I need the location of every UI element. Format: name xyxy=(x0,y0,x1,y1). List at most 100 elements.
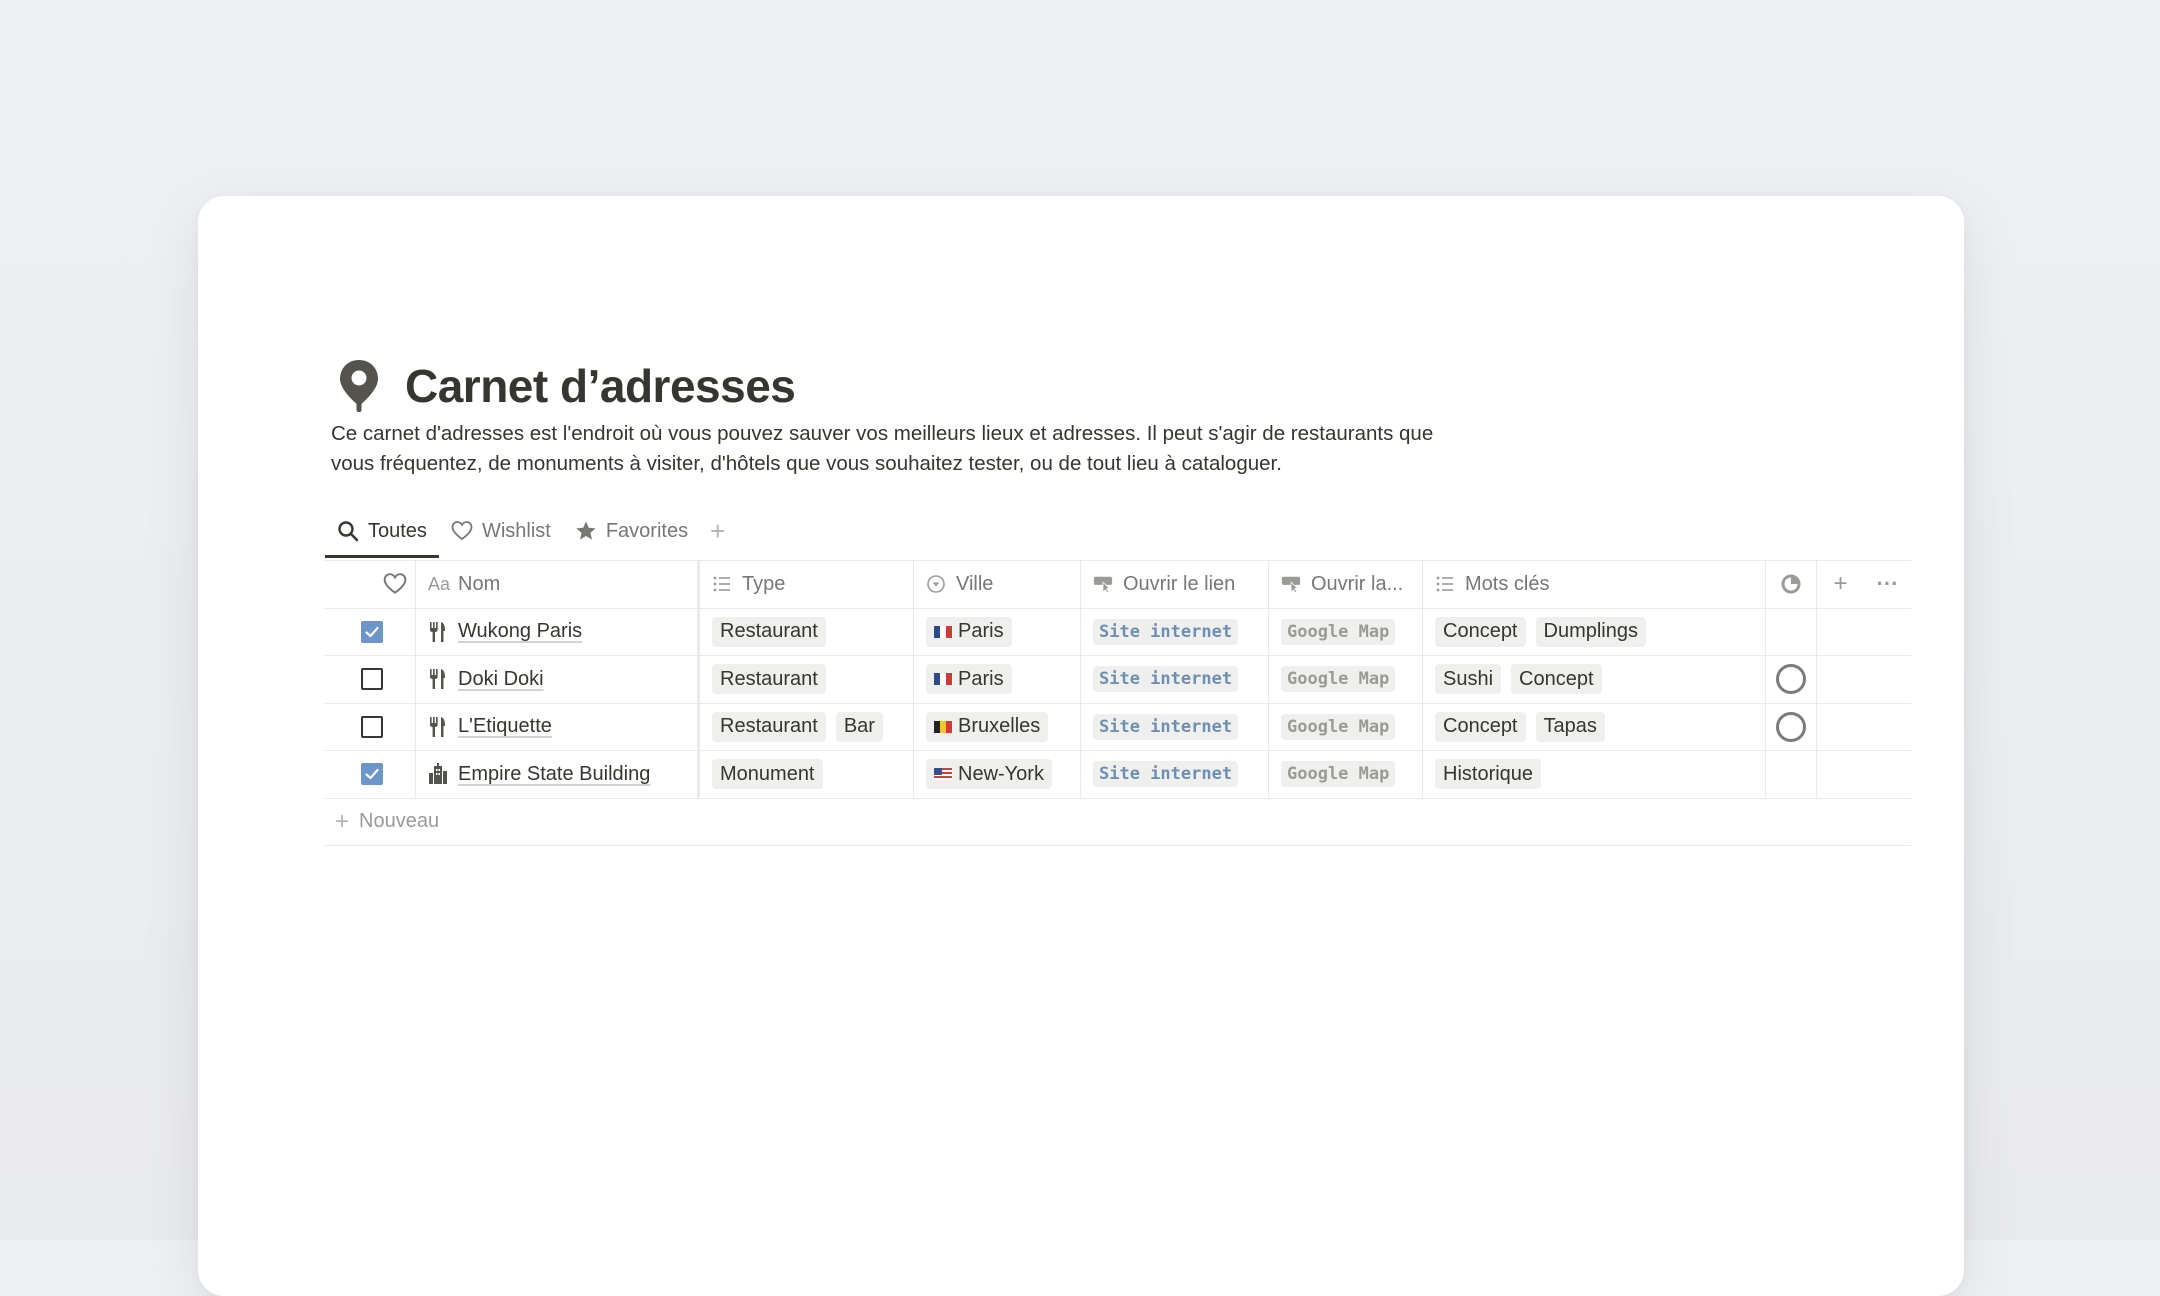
table-row[interactable]: Doki Doki Restaurant Paris Site internet Goo… xyxy=(325,656,1911,704)
keyword-tag[interactable]: Concept xyxy=(1511,664,1602,695)
plus-icon: + xyxy=(335,807,350,835)
fork-knife-icon xyxy=(430,669,445,690)
header-label: Ouvrir la... xyxy=(1311,572,1404,595)
name-cell[interactable]: Doki Doki xyxy=(416,656,700,703)
header-tags[interactable]: Mots clés xyxy=(1423,561,1766,608)
type-cell[interactable]: Restaurant Bar xyxy=(700,703,914,750)
type-cell[interactable]: Restaurant xyxy=(700,656,914,703)
type-cell[interactable]: Monument xyxy=(700,751,914,798)
more-options-icon[interactable]: ··· xyxy=(1864,561,1911,608)
keyword-tag[interactable]: Tapas xyxy=(1535,711,1605,742)
building-icon xyxy=(429,763,447,785)
link-cell: Site internet xyxy=(1081,751,1269,798)
header-label: Ville xyxy=(956,572,994,595)
type-tag[interactable]: Restaurant xyxy=(712,616,826,647)
view-tabs: Toutes Wishlist Favorites + xyxy=(325,506,925,558)
flag-be-icon xyxy=(934,720,952,733)
map-cell: Google Map xyxy=(1269,703,1423,750)
map-cell: Google Map xyxy=(1269,608,1423,655)
favorite-checkbox[interactable] xyxy=(361,763,383,786)
new-row-button[interactable]: + Nouveau xyxy=(325,799,1911,846)
header-name[interactable]: Aa Nom xyxy=(416,561,700,608)
header-city[interactable]: Ville xyxy=(914,561,1081,608)
favorite-checkbox[interactable] xyxy=(361,620,383,643)
tags-cell[interactable]: Historique xyxy=(1423,751,1766,798)
tab-favorites[interactable]: Favorites xyxy=(563,506,700,556)
google-map-button[interactable]: Google Map xyxy=(1281,618,1396,645)
city-tag[interactable]: Paris xyxy=(926,664,1012,695)
type-tag[interactable]: Monument xyxy=(712,759,823,790)
city-cell[interactable]: Paris xyxy=(914,608,1081,655)
place-name[interactable]: L'Etiquette xyxy=(458,715,552,738)
place-name[interactable]: Wukong Paris xyxy=(458,620,582,643)
name-cell[interactable]: Wukong Paris xyxy=(416,608,700,655)
keyword-tag[interactable]: Dumplings xyxy=(1535,616,1646,647)
map-cell: Google Map xyxy=(1269,751,1423,798)
city-label: Paris xyxy=(958,620,1004,643)
place-name[interactable]: Doki Doki xyxy=(458,668,544,691)
keyword-tag[interactable]: Historique xyxy=(1435,759,1542,790)
empty-cell xyxy=(1864,656,1911,703)
link-cell: Site internet xyxy=(1081,703,1269,750)
flag-fr-icon xyxy=(934,625,952,638)
city-cell[interactable]: Bruxelles xyxy=(914,703,1081,750)
header-map[interactable]: Ouvrir la... xyxy=(1269,561,1423,608)
type-tag[interactable]: Restaurant xyxy=(712,664,826,695)
tags-cell[interactable]: Concept Dumplings xyxy=(1423,608,1766,655)
tab-toutes[interactable]: Toutes xyxy=(325,506,439,558)
add-property-button[interactable]: + xyxy=(1817,561,1864,608)
list-icon xyxy=(1436,576,1453,592)
table-row[interactable]: L'Etiquette Restaurant Bar Bruxelles Site in… xyxy=(325,703,1911,751)
type-tag[interactable]: Restaurant xyxy=(712,711,826,742)
keyword-tag[interactable]: Concept xyxy=(1435,616,1526,647)
map-pin-icon xyxy=(340,360,378,412)
table-body: Wukong Paris Restaurant Paris Site internet… xyxy=(325,608,1911,799)
header-progress[interactable] xyxy=(1766,561,1817,608)
keyword-tag[interactable]: Concept xyxy=(1435,711,1526,742)
table-row[interactable]: Empire State Building Monument New-York Sit… xyxy=(325,751,1911,799)
favorite-checkbox[interactable] xyxy=(361,668,383,691)
favorite-checkbox[interactable] xyxy=(361,715,383,738)
google-map-button[interactable]: Google Map xyxy=(1281,713,1396,740)
empty-cell xyxy=(1817,751,1864,798)
heart-icon xyxy=(383,573,407,595)
google-map-button[interactable]: Google Map xyxy=(1281,666,1396,693)
tab-wishlist[interactable]: Wishlist xyxy=(439,506,563,556)
table-header-row: Aa Nom Type Ville Ouvrir le lien Ouvrir … xyxy=(325,561,1911,609)
database-table: Aa Nom Type Ville Ouvrir le lien Ouvrir … xyxy=(325,560,1911,846)
tags-cell[interactable]: Concept Tapas xyxy=(1423,703,1766,750)
type-tag[interactable]: Bar xyxy=(835,711,883,742)
empty-cell xyxy=(1864,609,1911,656)
progress-cell xyxy=(1766,703,1817,750)
add-view-button[interactable]: + xyxy=(700,516,735,547)
progress-icon xyxy=(1781,574,1801,594)
city-cell[interactable]: Paris xyxy=(914,656,1081,703)
city-tag[interactable]: New-York xyxy=(926,759,1052,790)
table-row[interactable]: Wukong Paris Restaurant Paris Site internet… xyxy=(325,608,1911,656)
button-property-icon xyxy=(1093,576,1113,594)
fork-knife-icon xyxy=(430,716,445,737)
website-button[interactable]: Site internet xyxy=(1093,666,1239,693)
city-tag[interactable]: Paris xyxy=(926,616,1012,647)
website-button[interactable]: Site internet xyxy=(1093,761,1239,788)
progress-ring-icon xyxy=(1776,711,1806,742)
keyword-tag[interactable]: Sushi xyxy=(1435,664,1502,695)
website-button[interactable]: Site internet xyxy=(1093,713,1239,740)
star-icon xyxy=(576,521,596,540)
city-tag[interactable]: Bruxelles xyxy=(926,711,1049,742)
type-cell[interactable]: Restaurant xyxy=(700,608,914,655)
website-button[interactable]: Site internet xyxy=(1093,618,1239,645)
city-cell[interactable]: New-York xyxy=(914,751,1081,798)
tags-cell[interactable]: Sushi Concept xyxy=(1423,656,1766,703)
google-map-button[interactable]: Google Map xyxy=(1281,761,1396,788)
name-cell[interactable]: Empire State Building xyxy=(416,751,700,798)
list-icon xyxy=(713,576,730,592)
progress-cell xyxy=(1766,656,1817,703)
header-link[interactable]: Ouvrir le lien xyxy=(1081,561,1269,608)
name-cell[interactable]: L'Etiquette xyxy=(416,703,700,750)
header-type[interactable]: Type xyxy=(700,561,914,608)
button-property-icon xyxy=(1281,576,1301,594)
place-name[interactable]: Empire State Building xyxy=(458,763,650,786)
header-favorite[interactable] xyxy=(325,561,416,608)
city-label: Paris xyxy=(958,667,1004,690)
